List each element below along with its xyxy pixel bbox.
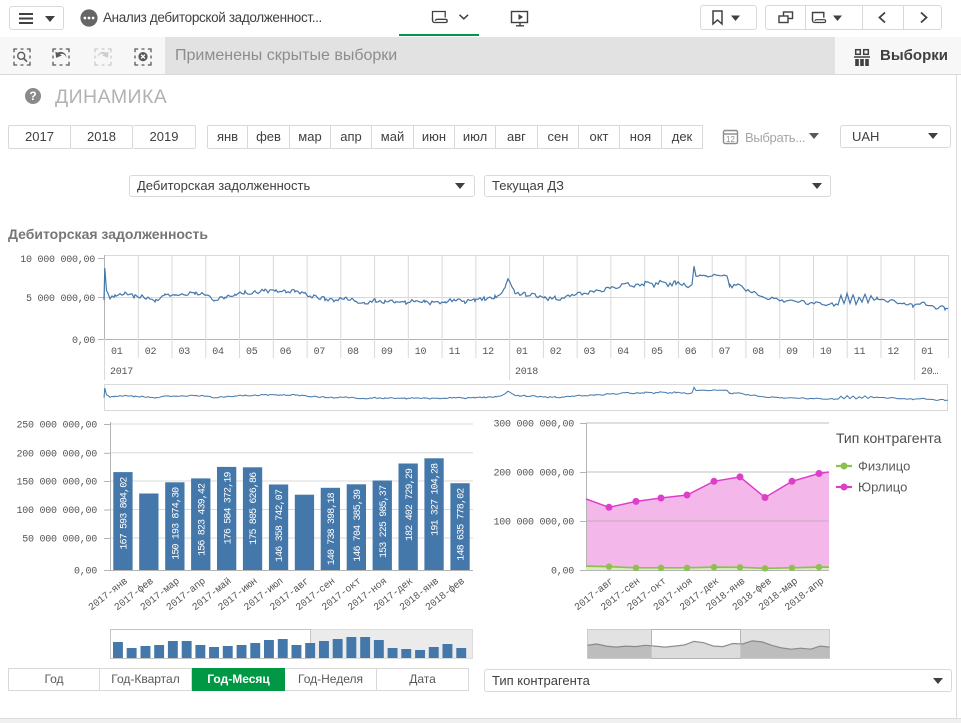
svg-text:09: 09 [786,347,798,358]
svg-text:Физлицо: Физлицо [858,459,910,474]
svg-text:175 805 626,86: 175 805 626,86 [249,472,260,545]
svg-text:02: 02 [550,347,562,358]
svg-text:0,00: 0,00 [551,567,574,578]
svg-text:12: 12 [482,347,494,358]
svg-text:02: 02 [145,347,157,358]
svg-text:250 000 000,00: 250 000 000,00 [16,421,97,432]
svg-text:05: 05 [651,347,663,358]
svg-text:167 593 804,02: 167 593 804,02 [120,477,131,550]
svg-text:11: 11 [854,347,866,358]
svg-text:Тип контрагента: Тип контрагента [836,430,942,446]
svg-text:11: 11 [449,347,461,358]
svg-text:06: 06 [685,347,697,358]
svg-text:200 000 000,00: 200 000 000,00 [16,449,97,460]
svg-text:04: 04 [617,347,629,358]
svg-text:50 000 000,00: 50 000 000,00 [22,535,97,546]
svg-text:01: 01 [111,347,123,358]
svg-text:148 635 778,02: 148 635 778,02 [457,488,468,561]
svg-text:01: 01 [921,347,933,358]
svg-text:146 358 742,07: 146 358 742,07 [275,489,286,562]
svg-text:08: 08 [752,347,764,358]
svg-text:12: 12 [726,135,735,144]
svg-text:10: 10 [415,347,427,358]
svg-text:200 000 000,00: 200 000 000,00 [493,469,574,480]
svg-text:100 000 000,00: 100 000 000,00 [493,518,574,529]
svg-text:182 402 729,29: 182 402 729,29 [405,468,416,541]
svg-text:20…: 20… [921,367,939,378]
svg-text:2018: 2018 [515,367,538,378]
svg-text:191 327 104,28: 191 327 104,28 [431,463,442,536]
svg-text:176 584 372,19: 176 584 372,19 [223,471,234,544]
svg-text:0,00: 0,00 [72,336,95,347]
svg-text:04: 04 [212,347,224,358]
svg-text:12: 12 [888,347,900,358]
svg-text:150 000 000,00: 150 000 000,00 [16,478,97,489]
svg-text:05: 05 [246,347,258,358]
svg-text:08: 08 [347,347,359,358]
svg-text:Дебиторская задолженность: Дебиторская задолженность [8,226,208,242]
svg-text:10: 10 [820,347,832,358]
svg-text:0,00: 0,00 [74,567,97,578]
svg-text:156 823 439,42: 156 823 439,42 [197,483,208,556]
svg-text:146 704 385,39: 146 704 385,39 [353,489,364,562]
svg-text:03: 03 [584,347,596,358]
svg-text:153 225 985,37: 153 225 985,37 [379,485,390,558]
svg-text:01: 01 [516,347,528,358]
svg-text:03: 03 [179,347,191,358]
svg-text:140 738 398,18: 140 738 398,18 [327,492,338,565]
svg-text:100 000 000,00: 100 000 000,00 [16,506,97,517]
svg-text:07: 07 [719,347,731,358]
svg-text:10 000 000,00: 10 000 000,00 [20,255,95,266]
svg-text:06: 06 [280,347,292,358]
svg-text:150 193 874,30: 150 193 874,30 [171,487,182,560]
svg-text:09: 09 [381,347,393,358]
svg-text:5 000 000,00: 5 000 000,00 [26,294,95,305]
svg-text:Юрлицо: Юрлицо [858,480,907,495]
svg-text:300 000 000,00: 300 000 000,00 [493,420,574,431]
svg-text:2017: 2017 [110,367,133,378]
svg-text:07: 07 [314,347,326,358]
